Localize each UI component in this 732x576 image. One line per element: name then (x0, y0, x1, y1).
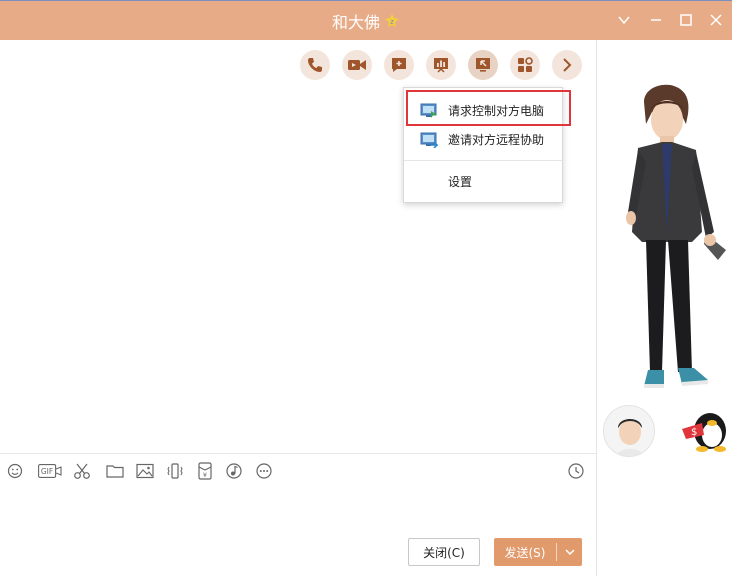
invite-assist-icon (420, 132, 439, 149)
remote-desktop-button[interactable] (468, 50, 498, 80)
input-separator (0, 453, 596, 454)
history-clock-icon[interactable] (567, 462, 585, 480)
chat-plus-icon (390, 56, 408, 74)
image-icon[interactable] (136, 462, 154, 480)
maximize-icon[interactable] (677, 11, 695, 29)
send-divider (556, 543, 557, 561)
remote-screen-icon (474, 56, 492, 74)
qq-penguin-icon[interactable]: $ (680, 405, 732, 453)
avatar-show-figure (622, 82, 732, 397)
scissors-icon[interactable] (73, 462, 91, 480)
menu-label: 设置 (448, 175, 473, 189)
chevron-right-icon (559, 57, 575, 73)
more-tools-button[interactable] (552, 50, 582, 80)
close-button[interactable]: 关闭(C) (408, 538, 480, 566)
send-options-chevron-icon[interactable] (558, 538, 582, 566)
vibrate-icon[interactable] (166, 462, 184, 480)
svg-text:z: z (390, 18, 394, 26)
emoji-icon[interactable] (6, 462, 24, 480)
title-bar: 和大佛 z (0, 0, 732, 40)
chat-window: 和大佛 z 请求控制对方电脑 邀请对方远程协助 设置 GIF ¥ 关闭(C) 发… (0, 0, 732, 576)
menu-item-settings[interactable]: 设置 (404, 168, 564, 196)
menu-label: 邀请对方远程协助 (448, 133, 545, 147)
chevron-down-icon[interactable] (615, 11, 633, 29)
close-icon[interactable] (707, 11, 725, 29)
svg-text:$: $ (691, 427, 697, 438)
svg-text:GIF: GIF (41, 467, 53, 476)
vip-badge-icon: z (384, 13, 400, 29)
send-button[interactable]: 发送(S) (494, 538, 556, 566)
highlight-annotation (406, 90, 571, 126)
video-camera-icon (347, 57, 367, 73)
presentation-icon (432, 56, 450, 74)
avatar[interactable] (603, 405, 655, 457)
minimize-icon[interactable] (647, 11, 665, 29)
phone-icon (306, 56, 324, 74)
gif-icon[interactable]: GIF (38, 462, 62, 480)
menu-separator (404, 160, 564, 161)
apps-grid-icon (516, 56, 534, 74)
music-icon[interactable] (225, 462, 243, 480)
video-call-button[interactable] (342, 50, 372, 80)
phone-call-button[interactable] (300, 50, 330, 80)
presentation-button[interactable] (426, 50, 456, 80)
more-dots-icon[interactable] (255, 462, 273, 480)
red-packet-icon[interactable]: ¥ (196, 462, 214, 480)
svg-text:¥: ¥ (203, 471, 207, 479)
add-message-button[interactable] (384, 50, 414, 80)
send-button-group: 发送(S) (494, 538, 582, 566)
contact-name-title: 和大佛 (331, 13, 380, 32)
folder-icon[interactable] (106, 462, 124, 480)
menu-item-invite-assist[interactable]: 邀请对方远程协助 (404, 126, 564, 154)
apps-button[interactable] (510, 50, 540, 80)
